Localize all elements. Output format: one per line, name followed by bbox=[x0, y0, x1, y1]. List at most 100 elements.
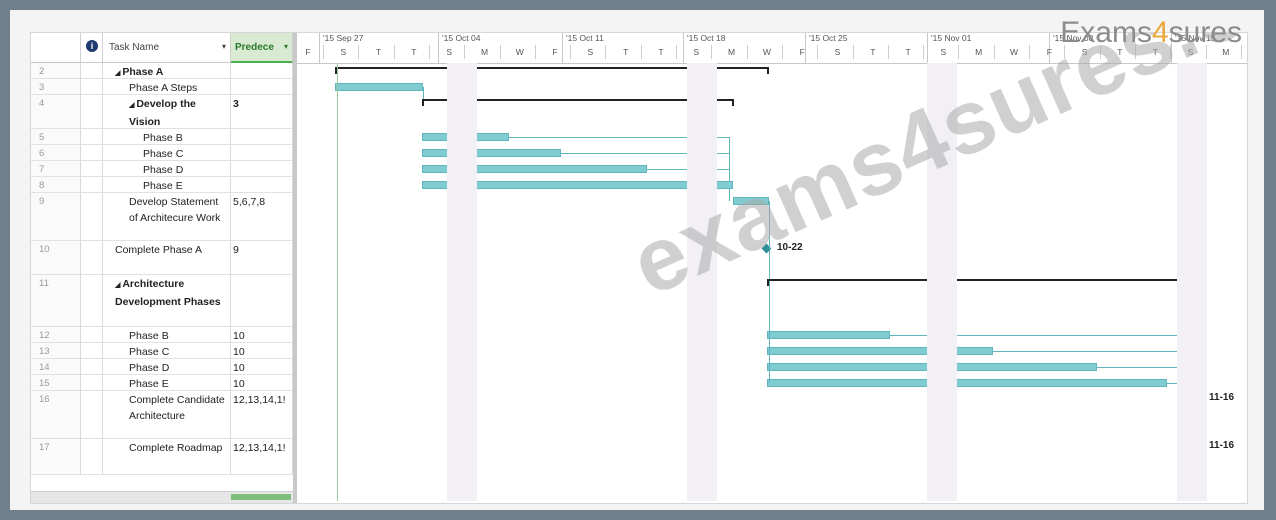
day-separator bbox=[923, 45, 925, 59]
task-name-label: Phase A Steps bbox=[129, 82, 198, 94]
day-label: T bbox=[905, 47, 911, 57]
task-name-cell[interactable]: Phase D bbox=[103, 161, 231, 177]
task-bar[interactable] bbox=[767, 347, 993, 355]
predecessors-cell[interactable]: 12,13,14,1! bbox=[231, 391, 293, 439]
day-separator bbox=[711, 45, 713, 59]
row-number[interactable]: 11 bbox=[31, 275, 81, 327]
indicator-cell bbox=[81, 375, 103, 391]
indicator-cell bbox=[81, 79, 103, 95]
task-name-cell[interactable]: Develop Statement of Architecure Work bbox=[103, 193, 231, 241]
row-number[interactable]: 15 bbox=[31, 375, 81, 391]
indicator-cell bbox=[81, 241, 103, 275]
task-bar[interactable] bbox=[422, 149, 561, 157]
indicator-cell bbox=[81, 275, 103, 327]
task-name-label: Phase B bbox=[129, 330, 169, 342]
predecessors-cell[interactable]: 10 bbox=[231, 359, 293, 375]
indicator-column-header[interactable]: i bbox=[81, 33, 103, 63]
predecessors-cell[interactable]: 12,13,14,1! bbox=[231, 439, 293, 475]
task-name-label: Phase E bbox=[143, 180, 183, 192]
row-number[interactable]: 16 bbox=[31, 391, 81, 439]
week-label: '15 Nov 01 bbox=[931, 33, 972, 43]
task-name-label: Architecture Development Phases bbox=[115, 278, 221, 308]
predecessors-cell[interactable]: 5,6,7,8 bbox=[231, 193, 293, 241]
day-label: M bbox=[480, 47, 489, 57]
chevron-down-icon[interactable]: ▾ bbox=[222, 42, 226, 51]
task-name-column-header[interactable]: Task Name ▾ bbox=[103, 33, 231, 63]
task-name-cell[interactable]: Complete Roadmap bbox=[103, 439, 231, 475]
task-name-cell[interactable]: Phase B bbox=[103, 129, 231, 145]
row-number[interactable]: 3 bbox=[31, 79, 81, 95]
day-separator bbox=[852, 45, 854, 59]
task-bar[interactable] bbox=[767, 331, 890, 339]
row-number[interactable]: 9 bbox=[31, 193, 81, 241]
weekend-shading bbox=[1177, 63, 1207, 501]
predecessors-cell[interactable] bbox=[231, 129, 293, 145]
predecessors-cell[interactable]: 9 bbox=[231, 241, 293, 275]
task-name-cell[interactable]: Phase E bbox=[103, 375, 231, 391]
predecessors-cell[interactable] bbox=[231, 275, 293, 327]
task-name-cell[interactable]: Complete Phase A bbox=[103, 241, 231, 275]
predecessors-cell[interactable] bbox=[231, 161, 293, 177]
week-separator bbox=[927, 33, 928, 63]
task-name-cell[interactable]: Phase B bbox=[103, 327, 231, 343]
task-name-label: Phase C bbox=[143, 148, 184, 160]
row-number[interactable]: 7 bbox=[31, 161, 81, 177]
task-bar[interactable] bbox=[335, 83, 423, 91]
row-number[interactable]: 8 bbox=[31, 177, 81, 193]
chevron-down-icon[interactable]: ▾ bbox=[284, 42, 288, 51]
predecessors-column-header[interactable]: Predece ▾ bbox=[231, 33, 293, 63]
indicator-cell bbox=[81, 343, 103, 359]
predecessors-cell[interactable] bbox=[231, 79, 293, 95]
gantt-sheet: i Task Name ▾ Predece ▾ '15 Sep 27 '15 Oc… bbox=[30, 32, 1248, 504]
scroll-thumb[interactable] bbox=[231, 494, 291, 500]
predecessors-cell[interactable] bbox=[231, 177, 293, 193]
day-label: S bbox=[587, 47, 594, 57]
indicator-cell bbox=[81, 145, 103, 161]
weekend-shading bbox=[447, 63, 477, 501]
indicator-cell bbox=[81, 391, 103, 439]
day-label: F bbox=[305, 47, 311, 57]
week-label: '15 Oct 25 bbox=[809, 33, 848, 43]
task-name-cell[interactable]: Phase C bbox=[103, 343, 231, 359]
row-number[interactable]: 5 bbox=[31, 129, 81, 145]
day-label: T bbox=[870, 47, 876, 57]
row-number[interactable]: 14 bbox=[31, 359, 81, 375]
week-separator bbox=[438, 33, 439, 63]
predecessors-cell[interactable]: 10 bbox=[231, 375, 293, 391]
row-number[interactable]: 17 bbox=[31, 439, 81, 475]
row-number[interactable]: 4 bbox=[31, 95, 81, 129]
day-label: S bbox=[693, 47, 700, 57]
day-separator bbox=[464, 45, 466, 59]
task-name-cell[interactable]: Phase C bbox=[103, 145, 231, 161]
predecessors-cell[interactable] bbox=[231, 63, 293, 79]
predecessors-cell[interactable] bbox=[231, 145, 293, 161]
predecessors-cell[interactable]: 3 bbox=[231, 95, 293, 129]
task-bar[interactable] bbox=[767, 379, 1167, 387]
task-name-label: Complete Candidate Architecture bbox=[129, 394, 225, 422]
task-name-cell[interactable]: Phase E bbox=[103, 177, 231, 193]
day-separator bbox=[887, 45, 889, 59]
task-name-cell[interactable]: ◢ Develop the Vision bbox=[103, 95, 231, 129]
day-label: W bbox=[515, 47, 524, 57]
indicator-cell bbox=[81, 161, 103, 177]
row-number[interactable]: 10 bbox=[31, 241, 81, 275]
task-name-cell[interactable]: Phase A Steps bbox=[103, 79, 231, 95]
day-separator bbox=[358, 45, 360, 59]
grid-horizontal-scrollbar[interactable] bbox=[31, 491, 293, 503]
predecessors-cell[interactable]: 10 bbox=[231, 327, 293, 343]
task-name-cell[interactable]: ◢ Architecture Development Phases bbox=[103, 275, 231, 327]
week-label: '15 Oct 18 bbox=[687, 33, 726, 43]
row-number[interactable]: 6 bbox=[31, 145, 81, 161]
task-name-cell[interactable]: ◢ Phase A bbox=[103, 63, 231, 79]
day-separator bbox=[428, 45, 430, 59]
task-name-cell[interactable]: Complete Candidate Architecture bbox=[103, 391, 231, 439]
day-separator bbox=[640, 45, 642, 59]
row-number[interactable]: 13 bbox=[31, 343, 81, 359]
day-label: T bbox=[658, 47, 664, 57]
row-number[interactable]: 12 bbox=[31, 327, 81, 343]
row-number[interactable]: 2 bbox=[31, 63, 81, 79]
predecessors-cell[interactable]: 10 bbox=[231, 343, 293, 359]
task-name-cell[interactable]: Phase D bbox=[103, 359, 231, 375]
summary-bar bbox=[767, 279, 1200, 281]
day-separator bbox=[676, 45, 677, 59]
